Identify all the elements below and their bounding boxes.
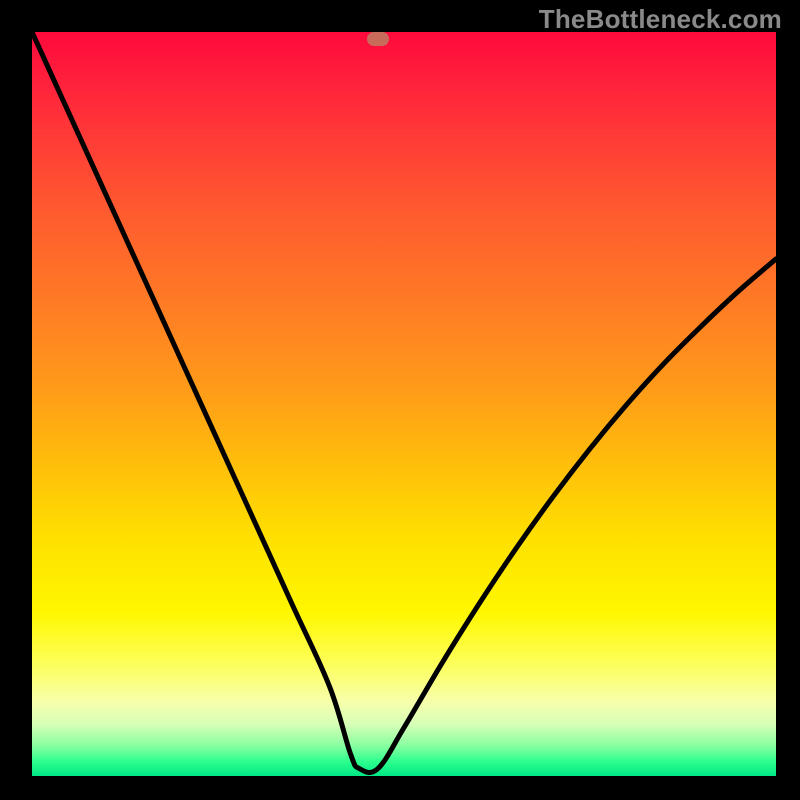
plot-area: [32, 32, 776, 776]
bottleneck-curve: [32, 32, 776, 776]
chart-container: TheBottleneck.com: [0, 0, 800, 800]
optimal-marker: [367, 32, 389, 46]
curve-path: [32, 32, 776, 773]
watermark: TheBottleneck.com: [539, 4, 782, 35]
